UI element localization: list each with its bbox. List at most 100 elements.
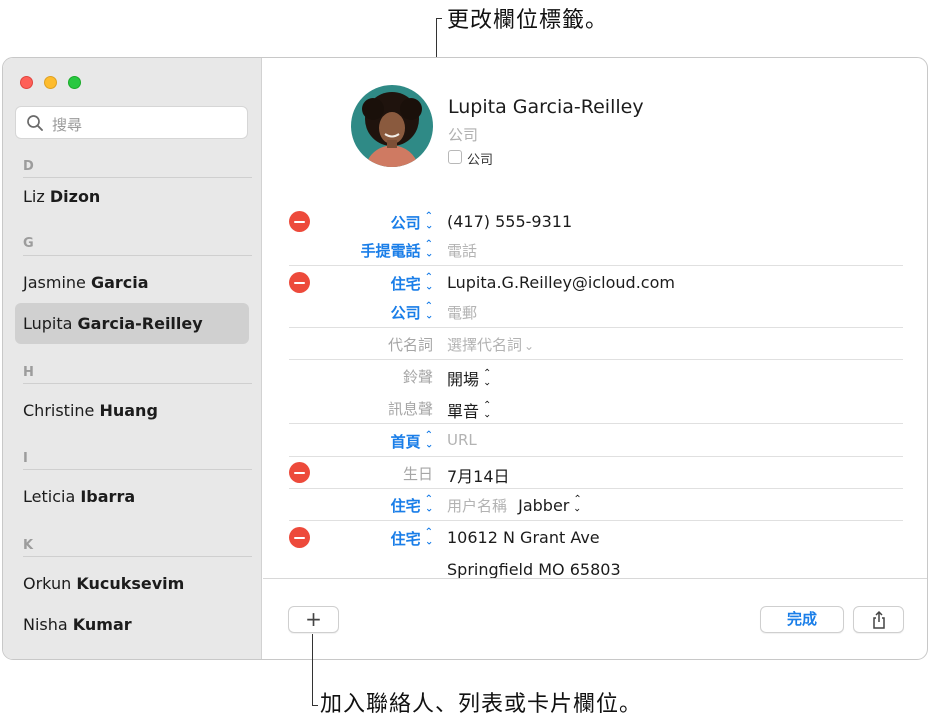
field-label-text: 住宅 xyxy=(390,497,421,515)
field-label-dropdown[interactable]: 公司 ⌃ ⌃ xyxy=(391,212,433,233)
field-label-text: 手提電話 xyxy=(360,242,421,260)
contact-first-name: Jasmine xyxy=(23,273,86,292)
field-label-dropdown[interactable]: 手提電話 ⌃ ⌃ xyxy=(361,240,433,261)
contact-card: Lupita Garcia-Reilley 公司 公司 公司 ⌃ ⌃ (417) 5… xyxy=(263,58,927,659)
field-label-text: 住宅 xyxy=(390,530,421,548)
field-label: 訊息聲 xyxy=(387,400,433,418)
contact-last-name: Kucuksevim xyxy=(76,574,185,593)
contact-list-item[interactable]: Nisha Kumar xyxy=(15,604,249,645)
ringtone-value: 開場 xyxy=(447,370,480,389)
contact-first-name: Christine xyxy=(23,401,95,420)
contact-list-item[interactable]: Liz Dizon xyxy=(15,176,249,217)
chevron-updown-icon: ⌃ ⌃ xyxy=(424,211,433,230)
field-row-phone-new: 手提電話 ⌃ ⌃ 電話 xyxy=(289,234,903,266)
chevron-updown-icon: ⌃ ⌃ xyxy=(424,494,433,513)
minus-circle-icon[interactable] xyxy=(289,462,310,483)
field-label-text: 公司 xyxy=(390,304,421,322)
contact-first-name: Leticia xyxy=(23,487,76,506)
email-value[interactable]: Lupita.G.Reilley@icloud.com xyxy=(447,273,675,292)
contact-list-item-selected[interactable]: Lupita Garcia-Reilley xyxy=(15,303,249,344)
birthday-value[interactable]: 7月14日 xyxy=(447,463,510,487)
pronouns-placeholder: 選擇代名詞 xyxy=(447,336,523,354)
zoom-window-button[interactable] xyxy=(68,76,81,89)
company-field[interactable]: 公司 xyxy=(448,124,478,145)
contact-list-item[interactable]: Jasmine Garcia xyxy=(15,262,249,303)
avatar[interactable] xyxy=(351,85,433,167)
minimize-window-button[interactable] xyxy=(44,76,57,89)
field-label: 生日 xyxy=(402,465,433,483)
callout-leader-line xyxy=(312,705,318,706)
contact-last-name: Dizon xyxy=(49,187,101,206)
search-placeholder: 搜尋 xyxy=(52,116,83,134)
field-label-dropdown[interactable]: 住宅 ⌃ ⌃ xyxy=(391,528,433,549)
field-row-birthday: 生日 7月14日 xyxy=(289,457,903,489)
contact-first-name: Lupita xyxy=(23,314,73,333)
field-label: 代名詞 xyxy=(387,336,433,354)
section-letter-i: I xyxy=(23,451,28,466)
share-icon xyxy=(872,610,885,629)
field-row-text-tone: 訊息聲 單音 ⌃ ⌃ xyxy=(289,392,903,424)
chevron-updown-icon: ⌃ ⌃ xyxy=(424,430,433,449)
field-row-ringtone: 鈴聲 開場 ⌃ ⌃ xyxy=(289,360,903,392)
company-checkbox[interactable] xyxy=(448,150,462,164)
minus-circle-icon[interactable] xyxy=(289,272,310,293)
field-label-text: 公司 xyxy=(390,214,421,232)
contact-last-name: Kumar xyxy=(72,615,132,634)
field-label: 鈴聲 xyxy=(402,368,433,386)
username-placeholder: 用户名稱 xyxy=(447,497,508,515)
add-field-button[interactable]: + xyxy=(288,606,339,633)
chevron-updown-icon: ⌃ ⌃ xyxy=(424,239,433,258)
field-row-email-new: 公司 ⌃ ⌃ 電郵 xyxy=(289,296,903,328)
contact-last-name: Ibarra xyxy=(80,487,136,506)
pronouns-dropdown[interactable]: 選擇代名詞 ⌄ xyxy=(447,334,534,355)
search-input[interactable]: 搜尋 xyxy=(15,106,248,139)
contact-list-item[interactable]: Orkun Kucuksevim xyxy=(15,563,249,604)
field-label-dropdown[interactable]: 首頁 ⌃ ⌃ xyxy=(391,431,433,452)
callout-leader-line xyxy=(436,18,442,19)
minus-circle-icon[interactable] xyxy=(289,527,310,548)
contact-last-name: Garcia xyxy=(90,273,149,292)
search-icon xyxy=(27,115,43,131)
chevron-down-icon: ⌄ xyxy=(524,339,535,353)
field-row-email: 住宅 ⌃ ⌃ Lupita.G.Reilley@icloud.com xyxy=(289,267,903,299)
section-letter-k: K xyxy=(23,538,34,553)
field-label-text: 住宅 xyxy=(390,275,421,293)
contact-name[interactable]: Lupita Garcia-Reilley xyxy=(448,96,644,118)
field-label-text: 首頁 xyxy=(390,433,421,451)
im-field[interactable]: 用户名稱 Jabber ⌃ ⌃ xyxy=(447,495,582,516)
im-service-dropdown[interactable]: Jabber xyxy=(518,496,569,515)
minus-circle-icon[interactable] xyxy=(289,211,310,232)
chevron-updown-icon: ⌃ ⌃ xyxy=(424,301,433,320)
field-row-instant-message: 住宅 ⌃ ⌃ 用户名稱 Jabber ⌃ ⌃ xyxy=(289,489,903,521)
phone-placeholder[interactable]: 電話 xyxy=(447,240,477,261)
address-city-state-zip[interactable]: Springfield MO 65803 xyxy=(447,560,621,579)
sidebar: 搜尋 D Liz Dizon G Jasmine Garcia Lupita G… xyxy=(3,58,262,659)
email-placeholder[interactable]: 電郵 xyxy=(447,302,477,323)
avatar-photo xyxy=(351,85,433,167)
section-letter-g: G xyxy=(23,236,34,251)
field-label-dropdown[interactable]: 住宅 ⌃ ⌃ xyxy=(391,273,433,294)
text-tone-dropdown[interactable]: 單音 ⌃ ⌃ xyxy=(447,398,491,422)
field-row-pronouns: 代名詞 選擇代名詞 ⌄ xyxy=(289,328,903,360)
field-row-url: 首頁 ⌃ ⌃ URL xyxy=(289,425,903,457)
contact-list-item[interactable]: Leticia Ibarra xyxy=(15,476,249,517)
contact-first-name: Orkun xyxy=(23,574,72,593)
done-button[interactable]: 完成 xyxy=(760,606,844,633)
chevron-updown-icon: ⌃ ⌃ xyxy=(424,272,433,291)
text-tone-value: 單音 xyxy=(447,402,480,421)
contact-list-item[interactable]: Christine Huang xyxy=(15,390,249,431)
address-street[interactable]: 10612 N Grant Ave xyxy=(447,528,600,547)
url-placeholder[interactable]: URL xyxy=(447,431,477,449)
field-label-dropdown[interactable]: 住宅 ⌃ ⌃ xyxy=(391,495,433,516)
footer-divider xyxy=(263,578,927,579)
plus-icon: + xyxy=(305,607,322,631)
chevron-updown-icon: ⌃ ⌃ xyxy=(483,400,492,419)
phone-value[interactable]: (417) 555-9311 xyxy=(447,212,572,231)
ringtone-dropdown[interactable]: 開場 ⌃ ⌃ xyxy=(447,366,491,390)
contact-first-name: Nisha xyxy=(23,615,68,634)
close-window-button[interactable] xyxy=(20,76,33,89)
section-letter-d: D xyxy=(23,159,34,174)
callout-change-field-label: 更改欄位標籤。 xyxy=(447,8,609,33)
share-button[interactable] xyxy=(853,606,904,633)
field-label-dropdown[interactable]: 公司 ⌃ ⌃ xyxy=(391,302,433,323)
